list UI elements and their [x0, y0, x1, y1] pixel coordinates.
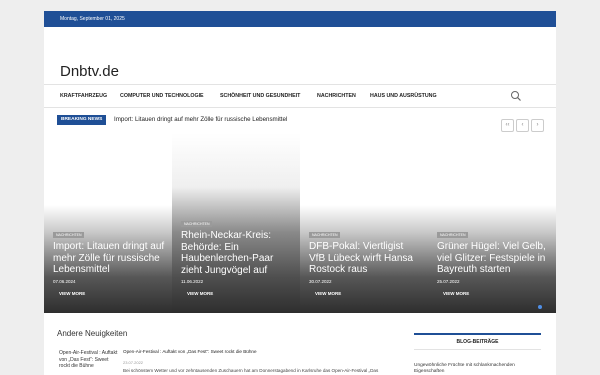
content-area: Andere Neuigkeiten Open-Air-Festival : A… [44, 322, 556, 375]
slide-category[interactable]: NACHRICHTEN [181, 221, 213, 227]
slide-3[interactable]: NACHRICHTEN DFB-Pokal: Viertligist VfB L… [300, 133, 428, 313]
view-more-link[interactable]: VIEW MORE [187, 291, 213, 296]
slide-title[interactable]: Import: Litauen dringt auf mehr Zölle fü… [53, 241, 165, 276]
widget-post-link[interactable]: Ungewöhnliche Früchte mit schlankmachend… [414, 363, 541, 375]
nav-item-nachrichten[interactable]: NACHRICHTEN [317, 85, 356, 107]
top-bar: Montag, September 01, 2025 [44, 11, 556, 27]
nav-item-kraftfahrzeug[interactable]: KRAFTFAHRZEUG [60, 85, 107, 107]
slide-category[interactable]: NACHRICHTEN [53, 232, 85, 238]
slide-title[interactable]: DFB-Pokal: Viertligist VfB Lübeck wirft … [309, 241, 421, 276]
post-excerpt: Bei schönstem Wetter und vor zehntausend… [123, 368, 379, 373]
nav-item-computer[interactable]: COMPUTER UND TECHNOLOGIE [120, 85, 204, 107]
chevron-left-icon[interactable]: ‹ [516, 119, 529, 132]
slide-date: 30.07.2022 [309, 279, 332, 284]
search-icon[interactable] [510, 90, 522, 102]
slide-title[interactable]: Rhein-Neckar-Kreis: Behörde: Ein Haubenl… [181, 230, 293, 276]
breaking-news-controls: ‹‹ ‹ › [499, 113, 544, 132]
post-thumbnail-alt[interactable]: Open-Air-Festival : Auftakt von „Das Fes… [59, 350, 119, 370]
site-header: Dnbtv.de [44, 27, 556, 85]
nav-item-schoenheit[interactable]: SCHÖNHEIT UND GESUNDHEIT [220, 85, 300, 107]
chevron-right-icon[interactable]: › [531, 119, 544, 132]
nav-item-haus[interactable]: HAUS UND AUSRÜSTUNG [370, 85, 437, 107]
double-chevron-left-icon[interactable]: ‹‹ [501, 119, 514, 132]
featured-slider: NACHRICHTEN Import: Litauen dringt auf m… [44, 133, 556, 313]
slider-dot[interactable] [538, 305, 542, 309]
widget-title: BLOG-BEITRÄGE [414, 333, 541, 350]
slide-4[interactable]: NACHRICHTEN Grüner Hügel: Viel Gelb, vie… [428, 133, 556, 313]
post-title-link[interactable]: Open-Air-Festival : Auftakt von „Das Fes… [123, 349, 257, 354]
breaking-news-label: BREAKING NEWS [57, 115, 107, 125]
slide-1[interactable]: NACHRICHTEN Import: Litauen dringt auf m… [44, 133, 172, 313]
sidebar-widget: BLOG-BEITRÄGE Ungewöhnliche Früchte mit … [414, 333, 541, 375]
view-more-link[interactable]: VIEW MORE [59, 291, 85, 296]
slide-category[interactable]: NACHRICHTEN [309, 232, 341, 238]
slide-date: 25.07.2022 [437, 279, 460, 284]
slide-2[interactable]: NACHRICHTEN Rhein-Neckar-Kreis: Behörde:… [172, 133, 300, 313]
page-container: Montag, September 01, 2025 Dnbtv.de KRAF… [44, 11, 556, 375]
view-more-link[interactable]: VIEW MORE [443, 291, 469, 296]
current-date: Montag, September 01, 2025 [60, 16, 125, 22]
view-more-link[interactable]: VIEW MORE [315, 291, 341, 296]
section-heading: Andere Neuigkeiten [57, 329, 128, 338]
breaking-news-bar: BREAKING NEWS Import: Litauen dringt auf… [44, 112, 556, 134]
breaking-news-headline[interactable]: Import: Litauen dringt auf mehr Zölle fü… [114, 115, 287, 125]
slide-category[interactable]: NACHRICHTEN [437, 232, 469, 238]
slide-date: 07.06.2024 [53, 279, 76, 284]
slide-title[interactable]: Grüner Hügel: Viel Gelb, viel Glitzer: F… [437, 241, 549, 276]
post-date: 23.07.2022 [123, 360, 144, 365]
main-navigation: KRAFTFAHRZEUG COMPUTER UND TECHNOLOGIE S… [44, 85, 556, 108]
slide-date: 11.06.2022 [181, 279, 204, 284]
site-title-link[interactable]: Dnbtv.de [60, 63, 119, 80]
